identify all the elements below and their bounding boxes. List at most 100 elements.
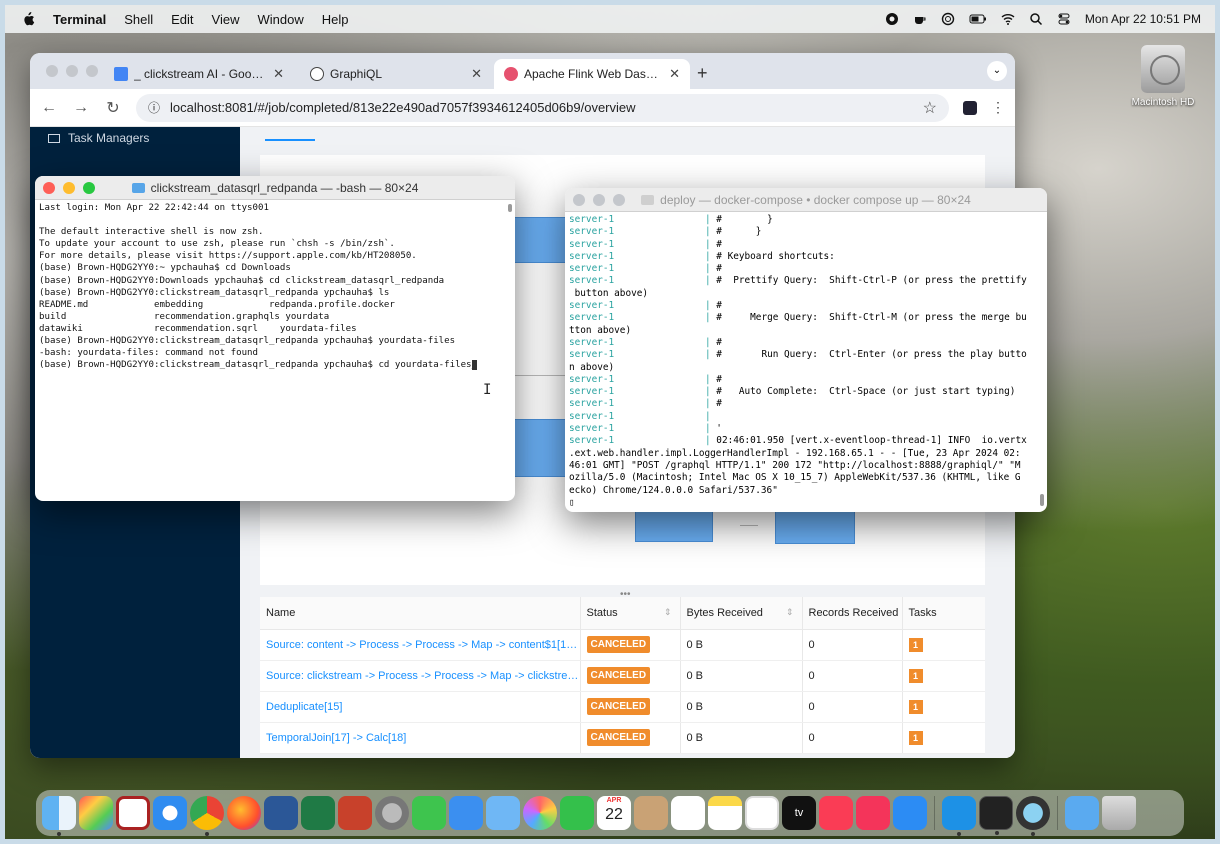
- menu-window[interactable]: Window: [258, 12, 304, 27]
- excel-icon[interactable]: [301, 796, 335, 830]
- wifi-icon[interactable]: [1001, 12, 1015, 26]
- table-row[interactable]: TemporalJoin[17] -> Calc[18] CANCELED 0 …: [260, 722, 985, 754]
- url-text[interactable]: localhost:8081/#/job/completed/813e22e49…: [170, 100, 636, 115]
- vertex-name-link[interactable]: TemporalJoin[17] -> Calc[18]: [260, 722, 580, 754]
- scrollbar[interactable]: [508, 204, 512, 212]
- terminal-window-bash[interactable]: clickstream_datasqrl_redpanda — -bash — …: [35, 176, 515, 501]
- powerpoint-icon[interactable]: [338, 796, 372, 830]
- system-settings-icon[interactable]: [375, 796, 409, 830]
- music-icon[interactable]: [819, 796, 853, 830]
- docker-icon[interactable]: [942, 796, 976, 836]
- table-row[interactable]: Source: content -> Process -> Process ->…: [260, 629, 985, 661]
- bookmark-star-icon[interactable]: ☆: [923, 98, 937, 118]
- launchpad-icon[interactable]: [79, 796, 113, 830]
- new-tab-icon[interactable]: +: [697, 63, 708, 84]
- extension-icon[interactable]: [963, 100, 977, 115]
- airplay-icon[interactable]: [941, 12, 955, 26]
- word-icon[interactable]: [264, 796, 298, 830]
- finder-icon[interactable]: [42, 796, 76, 836]
- log-text: ': [716, 423, 722, 435]
- app-store-icon[interactable]: [893, 796, 927, 830]
- chrome-icon[interactable]: [190, 796, 224, 836]
- scrollbar[interactable]: [1040, 494, 1044, 506]
- terminal-window-docker[interactable]: deploy — docker-compose • docker compose…: [565, 188, 1047, 512]
- vertex-name-link[interactable]: Source: clickstream -> Process -> Proces…: [260, 660, 580, 692]
- minimize-window-button[interactable]: [63, 182, 75, 194]
- spotlight-search-icon[interactable]: [1029, 12, 1043, 26]
- col-header-records-received[interactable]: Records Received: [801, 597, 902, 630]
- close-tab-icon[interactable]: ✕: [273, 66, 284, 82]
- terminal-title-bar[interactable]: clickstream_datasqrl_redpanda — -bash — …: [35, 176, 515, 200]
- menu-app-name[interactable]: Terminal: [53, 12, 106, 27]
- site-info-icon[interactable]: ⓘ: [148, 99, 160, 116]
- zoom-window-button[interactable]: [86, 65, 98, 77]
- menubar-clock[interactable]: Mon Apr 22 10:51 PM: [1085, 12, 1201, 26]
- reminders-icon[interactable]: [671, 796, 705, 830]
- terminal-output[interactable]: Last login: Mon Apr 22 22:42:44 on ttys0…: [35, 200, 515, 373]
- col-header-bytes-received[interactable]: Bytes Received ⇕: [679, 597, 802, 630]
- calendar-icon[interactable]: APR 22: [597, 796, 631, 830]
- vertex-name-link[interactable]: Deduplicate[15]: [260, 691, 580, 723]
- control-center-icon[interactable]: [1057, 12, 1071, 26]
- photos-icon[interactable]: [523, 796, 557, 830]
- record-icon[interactable]: [885, 12, 899, 26]
- facetime-icon[interactable]: [560, 796, 594, 830]
- sort-icon[interactable]: ⇕: [786, 607, 794, 618]
- graph-node[interactable]: [775, 508, 855, 544]
- university-app-icon[interactable]: [116, 796, 150, 830]
- sort-icon[interactable]: ⇕: [664, 607, 672, 618]
- minimize-window-button[interactable]: [593, 194, 605, 206]
- terminal-output[interactable]: server-1 | # } server-1 | # } server-1 | # ser…: [565, 212, 1047, 511]
- battery-icon[interactable]: [969, 12, 987, 26]
- freeform-icon[interactable]: [745, 796, 779, 830]
- mail-icon[interactable]: [449, 796, 483, 830]
- messages-icon[interactable]: [412, 796, 446, 830]
- close-window-button[interactable]: [573, 194, 585, 206]
- col-header-tasks[interactable]: Tasks: [901, 597, 985, 630]
- menu-help[interactable]: Help: [322, 12, 349, 27]
- sidebar-item-task-managers[interactable]: Task Managers: [48, 131, 149, 145]
- close-window-button[interactable]: [46, 65, 58, 77]
- graph-node[interactable]: [635, 508, 713, 542]
- notes-icon[interactable]: [708, 796, 742, 830]
- menu-view[interactable]: View: [212, 12, 240, 27]
- address-bar[interactable]: ⓘ localhost:8081/#/job/completed/813e22e…: [136, 93, 949, 122]
- tab-search-chevron-icon[interactable]: ⌄: [987, 61, 1007, 81]
- close-tab-icon[interactable]: ✕: [669, 66, 680, 82]
- graph-node[interactable]: [513, 419, 573, 477]
- zoom-window-button[interactable]: [613, 194, 625, 206]
- menu-shell[interactable]: Shell: [124, 12, 153, 27]
- maps-icon[interactable]: [486, 796, 520, 830]
- zoom-window-button[interactable]: [83, 182, 95, 194]
- quicktime-icon[interactable]: [1016, 796, 1050, 836]
- tab-graphiql[interactable]: GraphiQL ✕: [300, 59, 492, 89]
- forward-arrow-icon[interactable]: →: [72, 99, 90, 117]
- downloads-folder-icon[interactable]: [1065, 796, 1099, 830]
- apple-menu-icon[interactable]: [21, 12, 35, 26]
- tab-google-docs[interactable]: _ clickstream AI - Google Do ✕: [104, 59, 294, 89]
- terminal-icon[interactable]: [979, 796, 1013, 835]
- graph-node[interactable]: [513, 217, 573, 263]
- safari-icon[interactable]: [153, 796, 187, 830]
- close-tab-icon[interactable]: ✕: [471, 66, 482, 82]
- tab-flink-dashboard[interactable]: Apache Flink Web Dashboard ✕: [494, 59, 690, 89]
- contacts-icon[interactable]: [634, 796, 668, 830]
- firefox-icon[interactable]: [227, 796, 261, 830]
- news-icon[interactable]: [856, 796, 890, 830]
- macintosh-hd-desktop-icon[interactable]: Macintosh HD: [1128, 45, 1198, 108]
- vertex-name-link[interactable]: Source: content -> Process -> Process ->…: [260, 629, 580, 661]
- table-row[interactable]: Source: clickstream -> Process -> Proces…: [260, 660, 985, 692]
- terminal-title-bar[interactable]: deploy — docker-compose • docker compose…: [565, 188, 1047, 212]
- trash-icon[interactable]: [1102, 796, 1136, 830]
- more-menu-icon[interactable]: ⋮: [991, 99, 1005, 116]
- coffee-icon[interactable]: [913, 12, 927, 26]
- table-row[interactable]: Deduplicate[15] CANCELED 0 B 0 1: [260, 691, 985, 723]
- col-header-status[interactable]: Status ⇕: [579, 597, 680, 630]
- col-header-name[interactable]: Name: [260, 597, 580, 630]
- back-arrow-icon[interactable]: ←: [40, 99, 58, 117]
- menu-edit[interactable]: Edit: [171, 12, 193, 27]
- minimize-window-button[interactable]: [66, 65, 78, 77]
- apple-tv-icon[interactable]: tv: [782, 796, 816, 830]
- reload-icon[interactable]: ↻: [104, 98, 122, 118]
- close-window-button[interactable]: [43, 182, 55, 194]
